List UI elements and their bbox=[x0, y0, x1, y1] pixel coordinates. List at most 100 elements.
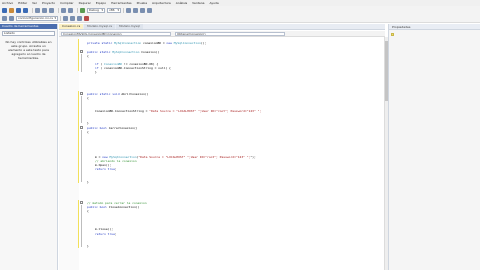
file-search-combo[interactable]: conConfiguracion.ini.cs ▾ bbox=[16, 16, 58, 21]
code-token: true bbox=[107, 167, 115, 171]
document-tab[interactable]: Conexion.cs bbox=[59, 24, 84, 29]
code-token: { bbox=[87, 96, 89, 100]
toolbar: Debug ▾ x86 ▾ conConfiguracion.ini.cs ▾ bbox=[0, 6, 480, 23]
property-swatch-icon bbox=[391, 32, 394, 36]
menu-item-ver[interactable]: Ver bbox=[32, 1, 37, 5]
code-line[interactable]: { bbox=[87, 54, 89, 58]
menu-item-prueba[interactable]: Prueba bbox=[137, 1, 147, 5]
code-token: { bbox=[87, 54, 89, 58]
document-tab[interactable]: Modelo.mysql.cs bbox=[84, 24, 116, 29]
toolbar-separator bbox=[60, 16, 61, 21]
save-all-icon[interactable] bbox=[23, 8, 28, 13]
code-token: } bbox=[87, 121, 89, 125]
open-folder-icon[interactable] bbox=[9, 8, 14, 13]
code-line[interactable]: private static MySqlConnection conexionB… bbox=[87, 41, 206, 45]
cut-icon[interactable] bbox=[35, 8, 40, 13]
code-line[interactable]: { bbox=[87, 130, 89, 134]
toolbox-icon[interactable] bbox=[147, 8, 152, 13]
chevron-down-icon: ▾ bbox=[54, 16, 56, 20]
code-token: bool bbox=[99, 205, 109, 209]
code-line[interactable]: } bbox=[87, 244, 89, 248]
find-icon[interactable] bbox=[126, 8, 131, 13]
platform-combo[interactable]: x86 ▾ bbox=[107, 8, 121, 13]
change-indicator bbox=[78, 200, 79, 248]
new-project-icon[interactable] bbox=[2, 8, 7, 13]
code-token: } bbox=[87, 180, 89, 184]
code-line[interactable]: public bool CerrarConexion() bbox=[87, 126, 138, 130]
fold-guide bbox=[81, 205, 82, 247]
redo-icon[interactable] bbox=[68, 8, 73, 13]
configuration-combo[interactable]: Debug ▾ bbox=[87, 8, 105, 13]
code-token: { bbox=[87, 130, 89, 134]
comment-icon[interactable] bbox=[63, 16, 68, 21]
menu-item-equipo[interactable]: Equipo bbox=[96, 1, 106, 5]
code-line[interactable]: { bbox=[87, 96, 89, 100]
code-token: "); bbox=[250, 155, 256, 159]
collapse-region-icon[interactable] bbox=[80, 50, 83, 53]
code-line[interactable]: m.Close(); bbox=[95, 227, 113, 231]
menu-item-herramientas[interactable]: Herramientas bbox=[111, 1, 131, 5]
chevron-down-icon: ▾ bbox=[117, 8, 119, 12]
code-editor[interactable]: private static MySqlConnection conexionB… bbox=[59, 37, 385, 270]
menu-item-depurar[interactable]: Depurar bbox=[79, 1, 91, 5]
breakpoint-icon[interactable] bbox=[84, 16, 89, 21]
solution-explorer-icon[interactable] bbox=[133, 8, 138, 13]
collapse-region-icon[interactable] bbox=[80, 126, 83, 129]
code-line[interactable]: public static MySqlConnection Conexion() bbox=[87, 50, 159, 54]
menu-item-ventana[interactable]: Ventana bbox=[192, 1, 204, 5]
code-line[interactable]: ConexionBD.ConnectionString = "Data Sour… bbox=[95, 109, 261, 113]
menu-item-arquitectura[interactable]: Arquitectura bbox=[152, 1, 171, 5]
menu-item-compilar[interactable]: Compilar bbox=[60, 1, 74, 5]
properties-list bbox=[391, 32, 478, 36]
menu-item-proyecto[interactable]: Proyecto bbox=[42, 1, 55, 5]
code-line[interactable]: } bbox=[87, 121, 89, 125]
collapse-region-icon[interactable] bbox=[80, 92, 83, 95]
code-line[interactable]: if ( conexionBD.ConnectionString = null)… bbox=[95, 66, 171, 70]
code-token: MySqlConnection bbox=[114, 41, 144, 45]
document-tab[interactable]: Modelo.mysql bbox=[116, 24, 143, 29]
code-token: return bbox=[95, 167, 108, 171]
document-tabs: Conexion.cs Modelo.mysql.cs Modelo.mysql bbox=[59, 24, 385, 30]
toolbar-row-standard: Debug ▾ x86 ▾ bbox=[2, 7, 154, 14]
menu-item-editar[interactable]: Editar bbox=[18, 1, 27, 5]
save-icon[interactable] bbox=[16, 8, 21, 13]
code-token: ; bbox=[114, 232, 117, 236]
change-indicator bbox=[78, 39, 79, 71]
bookmark-icon[interactable] bbox=[77, 16, 82, 21]
back-icon[interactable] bbox=[2, 16, 7, 21]
forward-icon[interactable] bbox=[9, 16, 14, 21]
toolbar-row-text-editor: conConfiguracion.ini.cs ▾ bbox=[2, 15, 91, 22]
chevron-down-icon: ▾ bbox=[101, 8, 103, 12]
code-line[interactable]: public static void AbrirConexion() bbox=[87, 92, 148, 96]
code-line[interactable]: public bool CloseConnection() bbox=[87, 205, 139, 209]
menu-item-ayuda[interactable]: Ayuda bbox=[210, 1, 219, 5]
code-token: } bbox=[87, 244, 89, 248]
code-line[interactable]: } bbox=[87, 180, 89, 184]
start-debug-icon[interactable] bbox=[80, 8, 85, 13]
type-navigation-combo[interactable]: ConexionMySQL.ConexionBD.Conexion bbox=[61, 31, 171, 36]
properties-item[interactable] bbox=[391, 32, 478, 36]
toolbox-group-combo[interactable]: Listado bbox=[2, 31, 55, 36]
uncomment-icon[interactable] bbox=[70, 16, 75, 21]
menu-item-análisis[interactable]: Análisis bbox=[176, 1, 187, 5]
code-line[interactable]: { bbox=[87, 209, 89, 213]
code-token: private bbox=[87, 41, 102, 45]
change-indicator bbox=[78, 125, 79, 183]
change-indicator bbox=[78, 91, 79, 125]
code-line[interactable]: return true; bbox=[95, 167, 117, 171]
code-token: ( conexionBD.ConnectionString = null) { bbox=[100, 66, 171, 70]
copy-icon[interactable] bbox=[42, 8, 47, 13]
code-token: conexionBD = bbox=[143, 41, 167, 45]
collapse-region-icon[interactable] bbox=[80, 201, 83, 204]
code-line[interactable]: return true; bbox=[95, 232, 117, 236]
properties-title: Propiedades bbox=[389, 24, 480, 30]
properties-icon[interactable] bbox=[140, 8, 145, 13]
code-token: "Data Source = "LOCALHOST" ";User ID="ro… bbox=[149, 109, 262, 113]
code-line[interactable]: } bbox=[95, 70, 97, 74]
paste-icon[interactable] bbox=[49, 8, 54, 13]
toolbox-empty-message: No hay controles utilizables en este gru… bbox=[5, 40, 52, 60]
member-navigation-combo[interactable]: ObtenerConexion() bbox=[175, 31, 285, 36]
undo-icon[interactable] bbox=[61, 8, 66, 13]
menu-item-archivo[interactable]: Archivo bbox=[2, 1, 13, 5]
code-token: CloseConnection() bbox=[108, 205, 140, 209]
